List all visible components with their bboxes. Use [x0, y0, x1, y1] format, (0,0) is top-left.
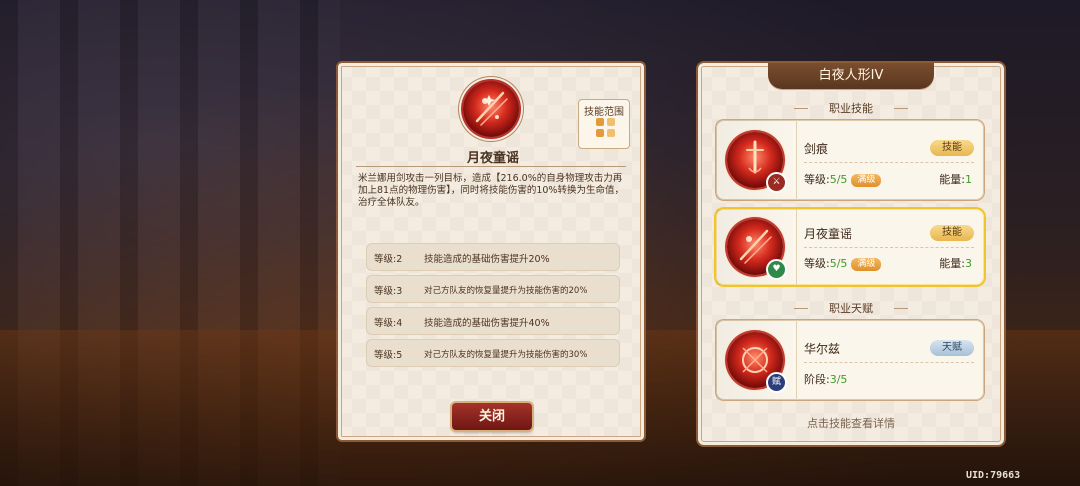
level-number: 等级:2	[374, 254, 403, 265]
level-number: 等级:4	[374, 318, 403, 329]
skills-header: 职业技能	[829, 102, 873, 115]
heart-icon: ♥	[766, 259, 787, 280]
stage-value: 3/5	[829, 373, 848, 386]
divider	[894, 108, 908, 109]
row-divider	[804, 247, 974, 249]
talent-card-waltz[interactable]: 赋 华尔兹 天赋 阶段:3/5	[716, 320, 984, 400]
skill-name: 剑痕	[804, 142, 829, 156]
skill-energy: 能量:3	[939, 255, 972, 271]
level-effect: 技能造成的基础伤害提升40%	[424, 318, 550, 329]
talent-header: 职业天赋	[829, 302, 873, 315]
level-row: 等级:4 技能造成的基础伤害提升40%	[366, 307, 620, 335]
talent-stage: 阶段:3/5	[804, 371, 847, 387]
level-row: 等级:5 对己方队友的恢复量提升为技能伤害的30%	[366, 339, 620, 367]
talent-badge: 赋	[766, 372, 787, 393]
talent-tag: 天赋	[930, 340, 974, 356]
skill-energy: 能量:1	[939, 171, 972, 187]
hint-text: 点击技能查看详情	[807, 417, 895, 430]
level-prefix: 等级:	[804, 173, 830, 186]
row-divider	[804, 162, 974, 164]
card-icon-area: ♥	[716, 209, 797, 285]
skill-level: 等级:5/5 满级	[804, 255, 882, 271]
level-value: 5/5	[829, 173, 848, 186]
skill-title: 月夜童谣	[466, 151, 519, 166]
sword-icon: ⚔	[766, 172, 787, 193]
level-prefix: 等级:	[804, 257, 830, 270]
level-number: 等级:3	[374, 286, 403, 297]
uid-label: UID:79663	[966, 470, 1021, 481]
row-divider	[804, 362, 974, 364]
stage-prefix: 阶段:	[804, 373, 830, 386]
skill-icon	[463, 81, 519, 137]
job-title: 白夜人形IV	[768, 63, 934, 89]
job-panel: 白夜人形IV 职业技能 ⚔ 剑痕 技能 等级:5/5 满级 能量:1 ♥ 月夜童…	[696, 61, 1006, 447]
skill-name: 月夜童谣	[804, 227, 853, 241]
level-effect: 对己方队友的恢复量提升为技能伤害的30%	[424, 350, 588, 360]
title-divider	[356, 166, 626, 167]
energy-value: 1	[965, 173, 972, 186]
skill-range-box: 技能范围	[578, 99, 630, 149]
level-value: 5/5	[829, 257, 848, 270]
card-icon-area: ⚔	[716, 120, 797, 200]
level-row: 等级:3 对己方队友的恢复量提升为技能伤害的20%	[366, 275, 620, 303]
max-level-tag: 满级	[851, 257, 882, 271]
skill-card-sword-mark[interactable]: ⚔ 剑痕 技能 等级:5/5 满级 能量:1	[716, 120, 984, 200]
energy-prefix: 能量:	[939, 173, 965, 186]
skill-range-label: 技能范围	[584, 107, 624, 118]
talent-name: 华尔兹	[804, 342, 841, 356]
level-row: 等级:2 技能造成的基础伤害提升20%	[366, 243, 620, 271]
divider	[894, 308, 908, 309]
range-grid-icon	[596, 118, 616, 138]
skill-card-moon-lullaby[interactable]: ♥ 月夜童谣 技能 等级:5/5 满级 能量:3	[716, 209, 984, 285]
skill-tag: 技能	[930, 140, 974, 156]
card-icon-area: 赋	[716, 320, 797, 400]
level-effect: 对己方队友的恢复量提升为技能伤害的20%	[424, 286, 588, 296]
skill-level: 等级:5/5 满级	[804, 171, 882, 187]
max-level-tag: 满级	[851, 173, 882, 187]
energy-value: 3	[965, 257, 972, 270]
skill-detail-panel: 月夜童谣 技能范围 米兰娜用剑攻击一列目标，造成【216.0%的自身物理攻击力再…	[336, 61, 646, 442]
skill-description: 米兰娜用剑攻击一列目标，造成【216.0%的自身物理攻击力再加上81点的物理伤害…	[358, 173, 624, 208]
level-list: 等级:2 技能造成的基础伤害提升20% 等级:3 对己方队友的恢复量提升为技能伤…	[366, 243, 620, 371]
skill-tag: 技能	[930, 225, 974, 241]
close-button[interactable]: 关闭	[452, 403, 532, 430]
level-effect: 技能造成的基础伤害提升20%	[424, 254, 550, 265]
level-number: 等级:5	[374, 350, 403, 361]
energy-prefix: 能量:	[939, 257, 965, 270]
